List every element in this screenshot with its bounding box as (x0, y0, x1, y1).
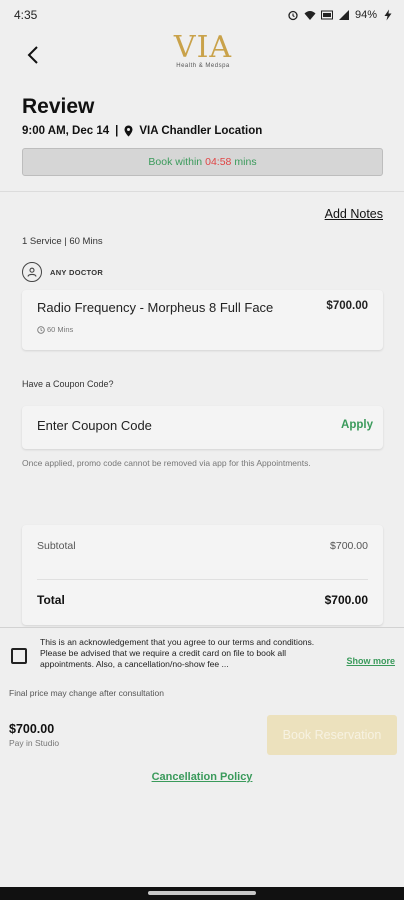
duration-text: 60 Mins (47, 325, 74, 334)
timer-suffix: mins (234, 156, 257, 168)
clock-icon (37, 325, 45, 334)
charging-icon (384, 9, 392, 21)
status-bar: 4:35 94% (0, 0, 404, 30)
totals-card: Subtotal $700.00 Total $700.00 (22, 525, 383, 625)
checkout-footer: This is an acknowledgement that you agre… (0, 627, 404, 887)
page-title: Review (22, 95, 95, 118)
acknowledgement-text: This is an acknowledgement that you agre… (40, 637, 315, 669)
logo-mark: VIA (173, 30, 233, 65)
service-price: $700.00 (326, 300, 368, 312)
divider (37, 579, 368, 580)
coupon-question: Have a Coupon Code? (22, 379, 114, 389)
status-time: 4:35 (14, 8, 38, 22)
coupon-card: Apply (22, 406, 383, 449)
divider (0, 191, 404, 192)
appointment-summary: 9:00 AM, Dec 14 | VIA Chandler Location (22, 125, 262, 137)
alarm-icon (288, 10, 298, 21)
terms-checkbox[interactable] (11, 648, 27, 664)
apply-coupon-button[interactable]: Apply (341, 419, 373, 431)
service-name: Radio Frequency - Morpheus 8 Full Face (37, 300, 274, 315)
service-duration: 60 Mins (37, 325, 73, 334)
subtotal-value: $700.00 (330, 540, 368, 552)
service-card: Radio Frequency - Morpheus 8 Full Face $… (22, 290, 383, 350)
person-icon (22, 262, 42, 282)
appointment-time: 9:00 AM, Dec 14 (22, 125, 110, 137)
doctor-selector[interactable]: ANY DOCTOR (22, 262, 103, 282)
coupon-code-input[interactable] (37, 418, 307, 433)
signal-icon (338, 10, 349, 20)
home-indicator[interactable] (148, 891, 256, 895)
book-reservation-button[interactable]: Book Reservation (267, 715, 397, 755)
arrow-left-icon (27, 46, 38, 64)
status-icons: 94% (287, 9, 394, 21)
total-label: Total (37, 593, 65, 607)
cancellation-policy-link[interactable]: Cancellation Policy (0, 771, 404, 783)
subtotal-label: Subtotal (37, 540, 76, 552)
service-summary: 1 Service | 60 Mins (22, 236, 103, 247)
logo-subtext: Health & Medspa (176, 63, 230, 69)
pay-subtext: Pay in Studio (9, 738, 60, 748)
separator: | (115, 125, 119, 137)
add-notes-link[interactable]: Add Notes (325, 207, 383, 221)
battery-percentage: 94% (354, 9, 377, 21)
location-pin-icon (124, 125, 133, 137)
booking-timer: Book within 04:58 mins (22, 148, 383, 176)
total-row: Total $700.00 (37, 593, 368, 607)
coupon-note: Once applied, promo code cannot be remov… (22, 458, 311, 468)
total-value: $700.00 (324, 593, 368, 607)
pay-amount: $700.00 (9, 722, 55, 736)
brand-logo: VIA Health & Medspa (172, 32, 234, 74)
header: VIA Health & Medspa (0, 30, 404, 88)
cellular-icon (320, 10, 333, 20)
subtotal-row: Subtotal $700.00 (37, 540, 368, 552)
timer-prefix: Book within (148, 156, 203, 168)
show-more-link[interactable]: Show more (346, 656, 395, 666)
system-nav-bar (0, 887, 404, 900)
wifi-icon (304, 11, 316, 20)
doctor-label: ANY DOCTOR (50, 267, 104, 277)
final-price-note: Final price may change after consultatio… (9, 688, 164, 698)
location-name: VIA Chandler Location (139, 125, 263, 137)
timer-countdown: 04:58 (205, 156, 232, 168)
back-button[interactable] (20, 42, 46, 68)
